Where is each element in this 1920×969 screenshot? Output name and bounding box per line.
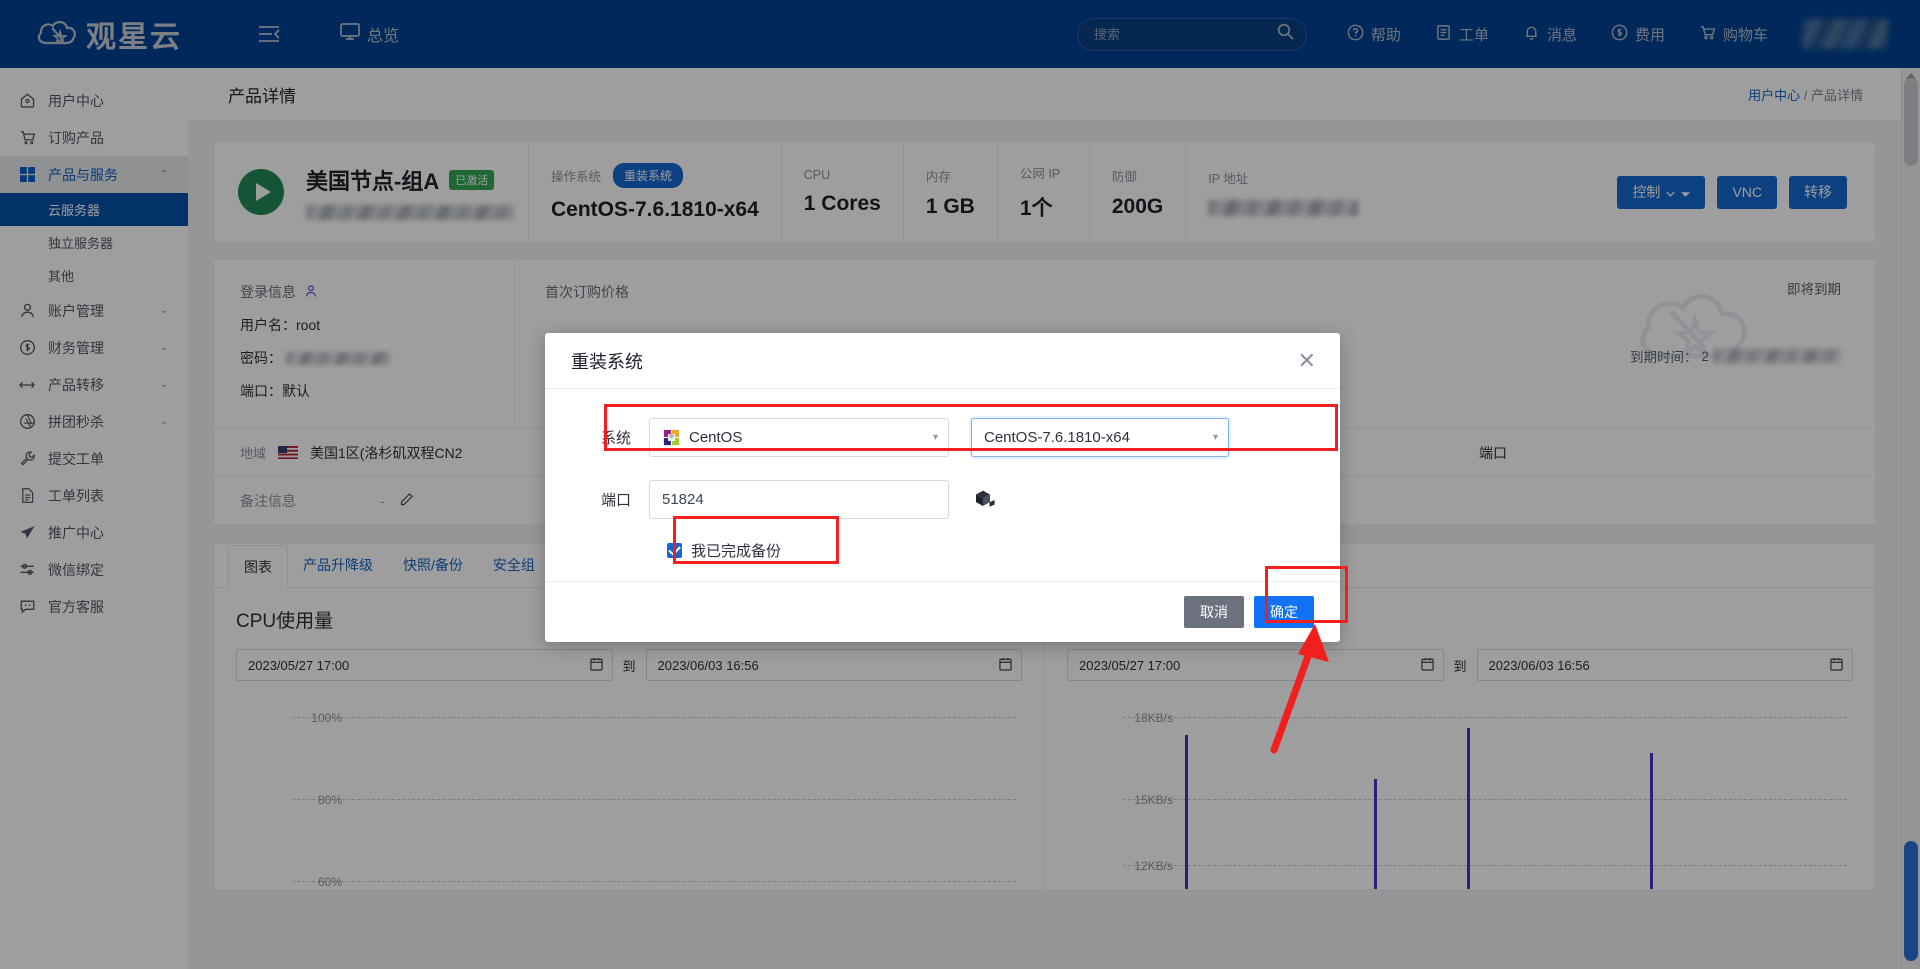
port-label: 端口 xyxy=(600,491,631,509)
system-field-row: 系统 CentOS ▾ CentOS-7.6.1810-x64 ▾ xyxy=(571,409,1314,465)
port-input[interactable] xyxy=(649,479,949,519)
confirm-button[interactable]: 确定 xyxy=(1254,596,1314,628)
dice-random-icon[interactable] xyxy=(973,488,995,510)
backup-checkbox-label: 我已完成备份 xyxy=(691,542,782,560)
dialog-body: 系统 CentOS ▾ CentOS-7.6.1810-x64 ▾ 端口 518… xyxy=(545,389,1340,581)
backup-checkbox[interactable] xyxy=(667,542,682,558)
cancel-button[interactable]: 取消 xyxy=(1184,596,1244,628)
centos-logo-icon xyxy=(662,428,681,447)
backup-confirm-row: 我已完成备份 xyxy=(571,533,1314,567)
system-family-value: CentOS xyxy=(689,428,743,446)
dialog-footer: 取消 确定 xyxy=(545,581,1340,642)
system-label: 系统 xyxy=(600,429,631,447)
chevron-down-icon: ▾ xyxy=(1212,431,1218,443)
close-icon[interactable]: ✕ xyxy=(1298,349,1316,372)
dialog-header: 重装系统 ✕ xyxy=(545,333,1340,389)
port-field-row: 端口 xyxy=(571,471,1314,527)
dialog-title: 重装系统 xyxy=(571,351,643,372)
system-version-value: CentOS-7.6.1810-x64 xyxy=(984,428,1130,446)
chevron-down-icon: ▾ xyxy=(932,431,938,443)
system-version-select[interactable]: CentOS-7.6.1810-x64 ▾ xyxy=(971,417,1229,457)
system-family-select[interactable]: CentOS ▾ xyxy=(649,417,949,457)
reinstall-system-dialog: 重装系统 ✕ 系统 CentOS ▾ CentOS-7.6.1810-x64 ▾… xyxy=(545,333,1340,642)
